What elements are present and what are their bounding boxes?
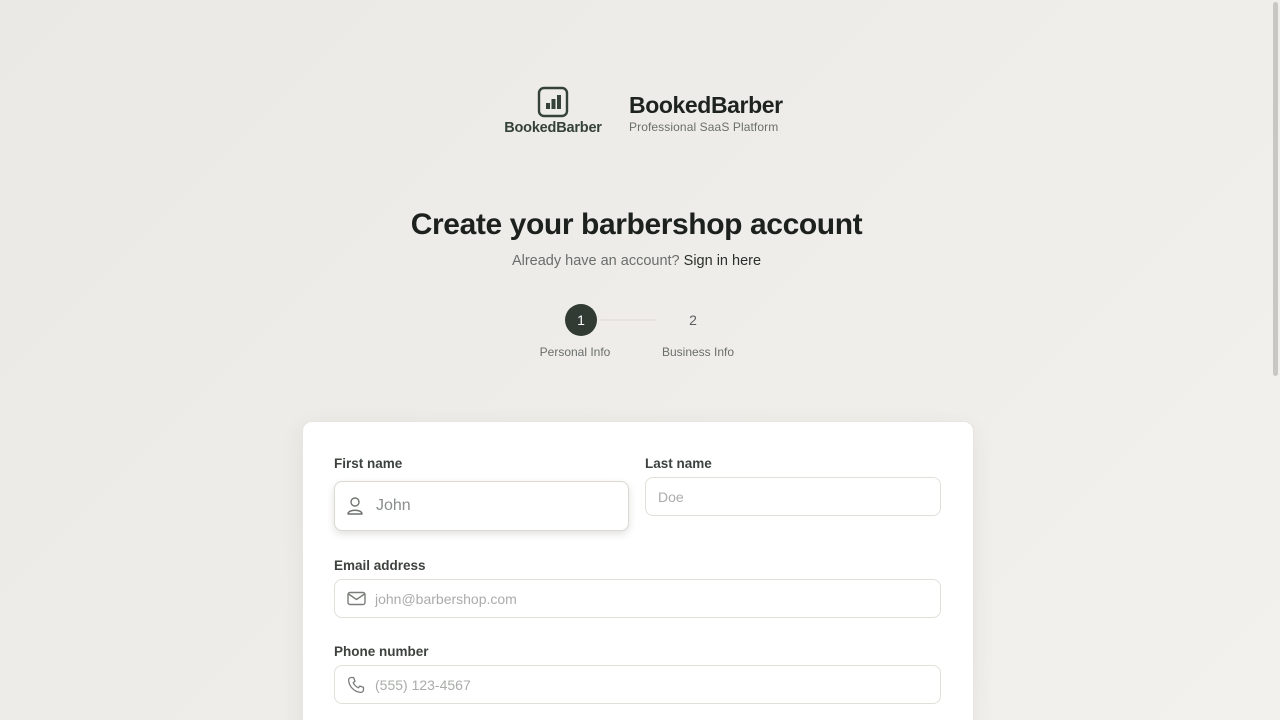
- brand-header: BookedBarber BookedBarber Professional S…: [504, 86, 783, 136]
- phone-label: Phone number: [334, 644, 429, 659]
- step-1-label: Personal Info: [539, 345, 611, 359]
- phone-icon: [346, 676, 366, 694]
- phone-field[interactable]: [334, 665, 941, 704]
- page-scrollbar[interactable]: [1272, 0, 1280, 720]
- email-input[interactable]: [375, 590, 940, 607]
- signin-prompt-line: Already have an account? Sign in here: [0, 253, 1273, 269]
- user-icon: [345, 496, 365, 516]
- first-name-input[interactable]: [376, 497, 628, 515]
- step-2-indicator: 2: [677, 304, 709, 336]
- last-name-label: Last name: [645, 456, 712, 471]
- signin-link[interactable]: Sign in here: [684, 253, 761, 269]
- brand-name: BookedBarber: [629, 92, 783, 118]
- step-connector: [600, 319, 656, 321]
- logo[interactable]: BookedBarber: [504, 86, 602, 136]
- signin-prompt: Already have an account?: [511, 253, 680, 269]
- first-name-label: First name: [334, 456, 403, 471]
- signup-form-card: First name Last name Email address Phone…: [302, 421, 974, 720]
- page-scrollbar-thumb[interactable]: [1273, 2, 1278, 376]
- page-title: Create your barbershop account: [410, 208, 863, 241]
- bar-chart-logo-icon: [537, 86, 569, 118]
- step-2-label: Business Info: [661, 345, 735, 359]
- brand-tagline: Professional SaaS Platform: [629, 120, 779, 134]
- brand-text: BookedBarber Professional SaaS Platform: [629, 91, 783, 134]
- email-field[interactable]: [334, 579, 941, 618]
- phone-input[interactable]: [375, 676, 940, 693]
- step-1-indicator: 1: [565, 304, 597, 336]
- mail-icon: [346, 591, 366, 606]
- first-name-field[interactable]: [334, 481, 629, 531]
- last-name-input[interactable]: [658, 488, 940, 505]
- email-label: Email address: [334, 558, 426, 573]
- logo-wordmark: BookedBarber: [504, 120, 602, 136]
- last-name-field[interactable]: [645, 477, 941, 516]
